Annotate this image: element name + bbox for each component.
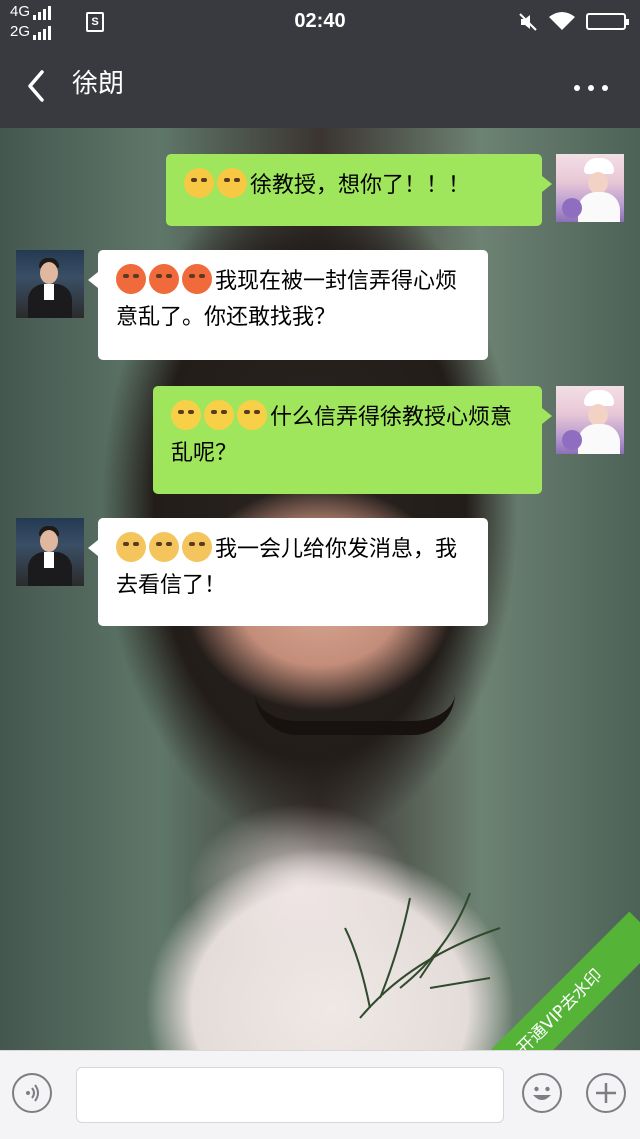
- background-plant: [344, 892, 501, 1019]
- sad-face-icon: [182, 532, 212, 562]
- message-bubble-outgoing[interactable]: 什么信弄得徐教授心烦意乱呢？: [153, 386, 552, 494]
- chat-background: 徐教授，想你了！！！ 我现在被一封信弄得心烦意乱了。你还敢找我？ 什么信弄得徐教…: [0, 128, 640, 1050]
- chat-title: 徐朗: [72, 69, 125, 99]
- sweat-face-icon: [204, 400, 234, 430]
- mute-icon: [519, 13, 537, 31]
- angry-face-icon: [182, 264, 212, 294]
- plus-icon[interactable]: [586, 1073, 626, 1113]
- input-bar: [0, 1050, 640, 1139]
- sweat-face-icon: [237, 400, 267, 430]
- battery-icon: [586, 13, 629, 30]
- emoji-icon[interactable]: [522, 1073, 562, 1113]
- angry-face-icon: [116, 264, 146, 294]
- voice-icon[interactable]: [12, 1073, 52, 1113]
- contact-avatar[interactable]: [16, 518, 84, 586]
- contact-avatar[interactable]: [16, 250, 84, 318]
- message-bubble-outgoing[interactable]: 徐教授，想你了！！！: [166, 154, 552, 226]
- status-bar: 4G 2G S 02:40: [0, 0, 640, 44]
- tired-face-icon: [217, 168, 247, 198]
- sweat-face-icon: [171, 400, 201, 430]
- chat-header: 徐朗: [0, 44, 640, 128]
- wifi-icon: [549, 12, 575, 30]
- message-input[interactable]: [76, 1067, 504, 1123]
- background-photo-detail: [255, 693, 455, 735]
- my-avatar[interactable]: [556, 386, 624, 454]
- more-dots-icon[interactable]: [566, 72, 616, 102]
- message-text: 徐教授，想你了！！！: [250, 173, 471, 198]
- sad-face-icon: [116, 532, 146, 562]
- tired-face-icon: [184, 168, 214, 198]
- sad-face-icon: [149, 532, 179, 562]
- my-avatar[interactable]: [556, 154, 624, 222]
- message-bubble-incoming[interactable]: 我现在被一封信弄得心烦意乱了。你还敢找我？: [88, 250, 488, 360]
- status-time: 02:40: [294, 10, 346, 32]
- chevron-left-icon[interactable]: [24, 68, 54, 104]
- angry-face-icon: [149, 264, 179, 294]
- message-bubble-incoming[interactable]: 我一会儿给你发消息，我去看信了！: [88, 518, 488, 626]
